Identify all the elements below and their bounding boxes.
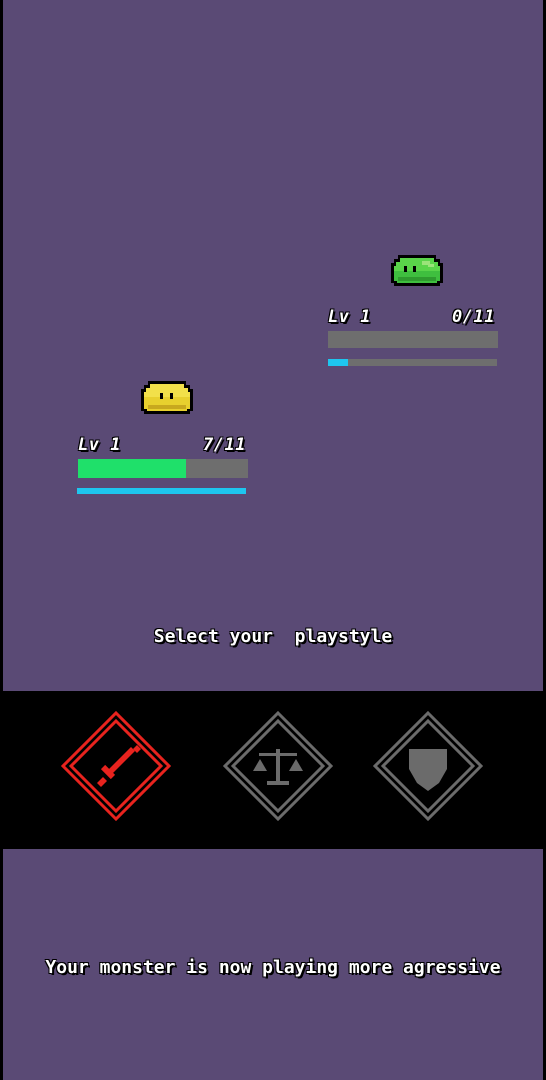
playstyle-prompt: Select your playstyle <box>153 626 393 647</box>
player-xp-fill <box>77 488 246 494</box>
player-hp-fill <box>78 459 187 478</box>
player-slime-sprite <box>138 377 196 417</box>
enemy-slime-sprite <box>388 249 446 289</box>
shield-icon <box>409 749 447 791</box>
scales-icon <box>253 749 303 785</box>
playstyle-defensive-button[interactable] <box>373 711 483 821</box>
status-message: Your monster is now playing more agressi… <box>45 957 501 978</box>
player-hp-text: 7/11 <box>203 435 246 455</box>
player-hp-bar <box>78 459 248 478</box>
playstyle-balanced-button[interactable] <box>223 711 333 821</box>
player-xp-bar <box>77 488 246 494</box>
game-screen: Lv 1 0/11 Lv 1 7/11 Select your playstyl… <box>0 0 546 1080</box>
enemy-level-label: Lv 1 <box>328 307 371 327</box>
player-level-label: Lv 1 <box>78 435 121 455</box>
enemy-hp-text: 0/11 <box>452 307 495 327</box>
enemy-xp-fill <box>328 359 349 366</box>
playstyle-aggressive-button[interactable] <box>61 711 171 821</box>
enemy-xp-bar <box>328 359 497 366</box>
enemy-hp-bar <box>328 331 498 348</box>
sword-icon <box>97 745 141 787</box>
